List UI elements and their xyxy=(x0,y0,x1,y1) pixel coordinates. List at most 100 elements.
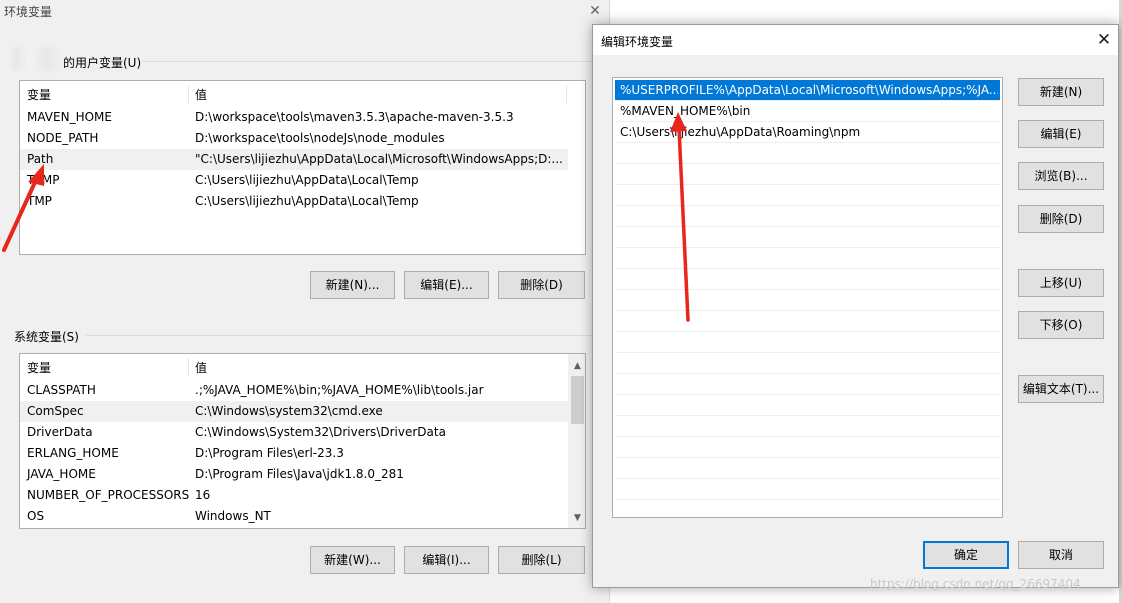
var-name: NODE_PATH xyxy=(27,131,99,145)
system-vars-scrollbar[interactable]: ▲ ▼ xyxy=(568,354,585,528)
path-entry: %USERPROFILE%\AppData\Local\Microsoft\Wi… xyxy=(620,83,998,97)
var-name: Path xyxy=(27,152,54,166)
table-row[interactable]: MAVEN_HOME D:\workspace\tools\maven3.5.3… xyxy=(20,107,568,128)
var-name: ComSpec xyxy=(27,404,84,418)
list-item-selected[interactable]: %USERPROFILE%\AppData\Local\Microsoft\Wi… xyxy=(615,80,1000,101)
table-row[interactable]: CLASSPATH .;%JAVA_HOME%\bin;%JAVA_HOME%\… xyxy=(20,380,568,401)
path-entry: C:\Users\lijiezhu\AppData\Roaming\npm xyxy=(620,125,861,139)
table-row[interactable]: JAVA_HOME D:\Program Files\Java\jdk1.8.0… xyxy=(20,464,568,485)
var-name: NUMBER_OF_PROCESSORS xyxy=(27,488,190,502)
group-divider xyxy=(142,61,597,62)
col-separator xyxy=(188,85,189,103)
new-button[interactable]: 新建(N) xyxy=(1018,78,1104,106)
var-name: JAVA_HOME xyxy=(27,467,96,481)
close-icon[interactable]: ✕ xyxy=(582,0,608,22)
var-name: ERLANG_HOME xyxy=(27,446,119,460)
group-divider xyxy=(86,335,597,336)
table-row[interactable]: OS Windows_NT xyxy=(20,506,568,527)
browse-button[interactable]: 浏览(B)... xyxy=(1018,162,1104,190)
list-item[interactable]: C:\Users\lijiezhu\AppData\Roaming\npm xyxy=(615,122,1000,143)
dialog-titlebar: 编辑环境变量 ✕ xyxy=(593,25,1118,55)
empty-list-item[interactable] xyxy=(615,500,1000,517)
var-value: Windows_NT xyxy=(195,509,271,523)
var-name: OS xyxy=(27,509,45,523)
table-row[interactable]: ERLANG_HOME D:\Program Files\erl-23.3 xyxy=(20,443,568,464)
move-down-button[interactable]: 下移(O) xyxy=(1018,311,1104,339)
list-item[interactable]: %MAVEN_HOME%\bin xyxy=(615,101,1000,122)
empty-list-item[interactable] xyxy=(615,332,1000,353)
edit-button[interactable]: 编辑(E) xyxy=(1018,120,1104,148)
empty-list-item[interactable] xyxy=(615,269,1000,290)
empty-list-item[interactable] xyxy=(615,206,1000,227)
empty-list-item[interactable] xyxy=(615,290,1000,311)
user-vars-header: 变量 值 xyxy=(20,81,585,107)
var-name: DriverData xyxy=(27,425,93,439)
table-row[interactable]: NODE_PATH D:\workspace\tools\nodeJs\node… xyxy=(20,128,568,149)
empty-list-item[interactable] xyxy=(615,416,1000,437)
var-value: D:\Program Files\erl-23.3 xyxy=(195,446,344,460)
col-separator xyxy=(566,85,567,103)
path-entries-list[interactable]: %USERPROFILE%\AppData\Local\Microsoft\Wi… xyxy=(612,77,1003,518)
scrollbar-thumb[interactable] xyxy=(571,376,584,424)
empty-list-item[interactable] xyxy=(615,374,1000,395)
empty-list-item[interactable] xyxy=(615,353,1000,374)
env-variables-window: 环境变量 ✕ 的用户变量(U) 变量 值 MAVEN_HOME D:\works… xyxy=(0,0,610,603)
empty-list-item[interactable] xyxy=(615,437,1000,458)
col-separator xyxy=(188,358,189,376)
user-delete-button[interactable]: 删除(D) xyxy=(498,271,585,299)
empty-list-item[interactable] xyxy=(615,395,1000,416)
scroll-up-icon[interactable]: ▲ xyxy=(569,358,585,375)
move-up-button[interactable]: 上移(U) xyxy=(1018,269,1104,297)
edit-env-variable-dialog: 编辑环境变量 ✕ %USERPROFILE%\AppData\Local\Mic… xyxy=(592,24,1119,588)
col-header-value: 值 xyxy=(195,88,208,102)
window-title: 环境变量 xyxy=(4,5,53,19)
table-row[interactable]: TEMP C:\Users\lijiezhu\AppData\Local\Tem… xyxy=(20,170,568,191)
system-delete-button[interactable]: 删除(L) xyxy=(498,546,585,574)
empty-list-item[interactable] xyxy=(615,479,1000,500)
system-vars-list[interactable]: 变量 值 CLASSPATH .;%JAVA_HOME%\bin;%JAVA_H… xyxy=(19,353,586,529)
empty-list-item[interactable] xyxy=(615,227,1000,248)
var-name: CLASSPATH xyxy=(27,383,96,397)
empty-list-item[interactable] xyxy=(615,143,1000,164)
user-new-button[interactable]: 新建(N)... xyxy=(310,271,395,299)
dialog-title: 编辑环境变量 xyxy=(601,35,674,49)
var-name: TMP xyxy=(27,194,52,208)
watermark: https://blog.csdn.net/qq_26697404 xyxy=(870,577,1081,591)
ok-button[interactable]: 确定 xyxy=(923,541,1009,569)
var-value: C:\Windows\System32\Drivers\DriverData xyxy=(195,425,446,439)
var-value: C:\Windows\system32\cmd.exe xyxy=(195,404,383,418)
var-value: C:\Users\lijiezhu\AppData\Local\Temp xyxy=(195,194,419,208)
var-value: "C:\Users\lijiezhu\AppData\Local\Microso… xyxy=(195,152,563,166)
delete-button[interactable]: 删除(D) xyxy=(1018,205,1104,233)
empty-list-item[interactable] xyxy=(615,248,1000,269)
empty-list-item[interactable] xyxy=(615,311,1000,332)
var-name: TEMP xyxy=(27,173,60,187)
table-row[interactable]: DriverData C:\Windows\System32\Drivers\D… xyxy=(20,422,568,443)
table-row-selected[interactable]: Path "C:\Users\lijiezhu\AppData\Local\Mi… xyxy=(20,149,568,170)
system-new-button[interactable]: 新建(W)... xyxy=(310,546,395,574)
cancel-button[interactable]: 取消 xyxy=(1018,541,1104,569)
var-name: MAVEN_HOME xyxy=(27,110,112,124)
empty-list-item[interactable] xyxy=(615,185,1000,206)
var-value: 16 xyxy=(195,488,211,502)
col-header-variable: 变量 xyxy=(27,361,52,375)
scroll-down-icon[interactable]: ▼ xyxy=(569,510,585,527)
edit-text-button[interactable]: 编辑文本(T)... xyxy=(1018,375,1104,403)
system-edit-button[interactable]: 编辑(I)... xyxy=(404,546,489,574)
col-header-value: 值 xyxy=(195,361,208,375)
close-icon[interactable]: ✕ xyxy=(1092,27,1116,53)
table-row[interactable]: NUMBER_OF_PROCESSORS 16 xyxy=(20,485,568,506)
table-row-selected[interactable]: ComSpec C:\Windows\system32\cmd.exe xyxy=(20,401,568,422)
system-vars-group-label: 系统变量(S) xyxy=(14,330,79,344)
user-vars-group-label: 的用户变量(U) xyxy=(63,56,142,70)
user-edit-button[interactable]: 编辑(E)... xyxy=(404,271,489,299)
var-value: .;%JAVA_HOME%\bin;%JAVA_HOME%\lib\tools.… xyxy=(195,383,484,397)
var-value: D:\Program Files\Java\jdk1.8.0_281 xyxy=(195,467,404,481)
system-vars-header: 变量 值 xyxy=(20,354,585,380)
empty-list-item[interactable] xyxy=(615,458,1000,479)
blurred-username xyxy=(13,47,63,71)
var-value: D:\workspace\tools\maven3.5.3\apache-mav… xyxy=(195,110,514,124)
empty-list-item[interactable] xyxy=(615,164,1000,185)
user-vars-list[interactable]: 变量 值 MAVEN_HOME D:\workspace\tools\maven… xyxy=(19,80,586,255)
table-row[interactable]: TMP C:\Users\lijiezhu\AppData\Local\Temp xyxy=(20,191,568,212)
